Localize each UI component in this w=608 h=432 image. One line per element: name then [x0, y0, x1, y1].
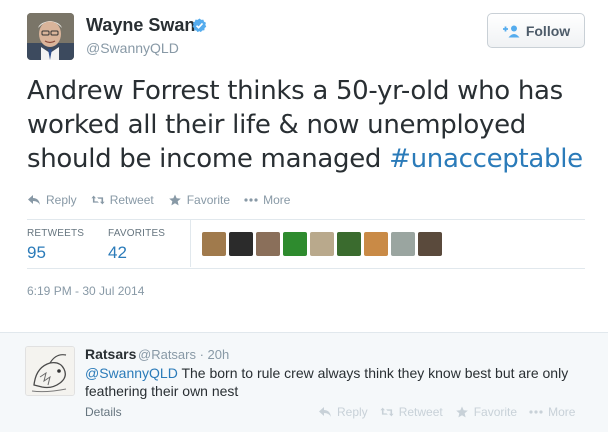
favoriter-avatar[interactable] [256, 232, 280, 256]
reply-retweet-action[interactable]: Retweet [380, 405, 443, 419]
star-icon [168, 194, 181, 206]
tweet-actions: Reply Retweet Favorite More [27, 193, 304, 207]
favorites-stat-label: FAVORITES [108, 228, 166, 239]
favorites-stat[interactable]: FAVORITES 42 [108, 228, 165, 263]
author-handle[interactable]: @SwannyQLD [86, 40, 179, 56]
more-label: More [263, 193, 291, 207]
reply-icon [319, 407, 331, 417]
retweet-label: Retweet [109, 193, 154, 207]
reply-retweet-label: Retweet [398, 405, 443, 419]
reply-more-label: More [548, 405, 576, 419]
retweet-action[interactable]: Retweet [91, 193, 154, 207]
reply-favorite-label: Favorite [473, 405, 518, 419]
favoriter-avatar[interactable] [283, 232, 307, 256]
retweets-stat[interactable]: RETWEETS 95 [27, 228, 84, 263]
reply-handle-time[interactable]: @Ratsars · 20h [138, 347, 229, 362]
retweets-stat-label: RETWEETS [27, 228, 85, 239]
more-action[interactable]: More [244, 193, 290, 207]
tweet-text: Andrew Forrest thinks a 50-yr-old who ha… [27, 74, 597, 176]
follow-user-icon [502, 25, 520, 37]
reply-author-name[interactable]: Ratsars [85, 346, 136, 362]
reply-more-action[interactable]: More [529, 405, 575, 419]
favorite-action[interactable]: Favorite [168, 193, 230, 207]
author-avatar[interactable] [27, 13, 74, 60]
favoriter-avatar[interactable] [418, 232, 442, 256]
reply-favorite-action[interactable]: Favorite [455, 405, 517, 419]
reply-reply-label: Reply [337, 405, 368, 419]
hashtag-link[interactable]: #unacceptable [389, 144, 583, 174]
more-dots-icon [244, 198, 258, 202]
reply-author-avatar[interactable] [25, 346, 75, 396]
stats-separator [190, 220, 191, 267]
retweet-icon [91, 195, 105, 205]
mention-link[interactable]: @SwannyQLD [85, 365, 178, 381]
stats-top-divider [27, 219, 585, 220]
reply-tweet-actions: Reply Retweet Favorite More [318, 405, 587, 419]
tweet-timestamp[interactable]: 6:19 PM - 30 Jul 2014 [27, 284, 144, 298]
tweet-card: Wayne Swan @SwannyQLD Follow Andrew Forr… [0, 0, 608, 332]
favorite-label: Favorite [186, 193, 231, 207]
reply-reply-action[interactable]: Reply [318, 405, 368, 419]
more-dots-icon [529, 410, 543, 414]
reply-text: @SwannyQLD The born to rule crew always … [85, 364, 595, 400]
reply-tweet: Ratsars @Ratsars · 20h @SwannyQLD The bo… [0, 332, 608, 432]
favoriter-avatar[interactable] [229, 232, 253, 256]
favorites-count: 42 [108, 243, 127, 262]
verified-badge-icon [192, 18, 207, 33]
follow-button[interactable]: Follow [487, 13, 585, 48]
stats-bottom-divider [27, 268, 585, 269]
favoriter-avatars [202, 232, 442, 256]
favoriter-avatar[interactable] [391, 232, 415, 256]
details-link[interactable]: Details [85, 405, 122, 419]
author-name[interactable]: Wayne Swan [86, 15, 195, 36]
favoriter-avatar[interactable] [310, 232, 334, 256]
favoriter-avatar[interactable] [364, 232, 388, 256]
retweets-count: 95 [27, 243, 46, 262]
reply-action[interactable]: Reply [27, 193, 77, 207]
retweet-icon [380, 407, 394, 417]
favoriter-avatar[interactable] [337, 232, 361, 256]
reply-label: Reply [46, 193, 77, 207]
follow-label: Follow [525, 22, 571, 39]
reply-icon [28, 195, 40, 205]
favoriter-avatar[interactable] [202, 232, 226, 256]
star-icon [455, 406, 468, 418]
